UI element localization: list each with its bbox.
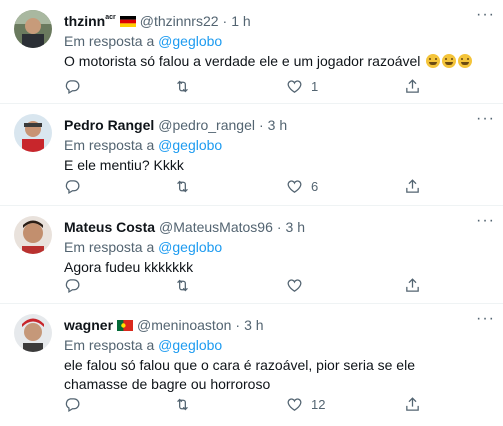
- retweet-icon: [177, 180, 188, 192]
- reply-prefix: Em resposta a: [64, 33, 155, 49]
- retweet-icon: [177, 398, 188, 410]
- reply-feed: thzinn acr @thzinnrs22 · 1 h Em resposta …: [0, 0, 503, 426]
- tweet-content: wagner @meninoaston · 3 h Em resposta a …: [64, 316, 491, 394]
- tweet-header: Mateus Costa @MateusMatos96 · 3 h: [64, 218, 491, 236]
- share-icon: [406, 78, 419, 93]
- reply-button[interactable]: [64, 276, 89, 294]
- tweet-text: E ele mentiu? Kkkk: [64, 157, 184, 173]
- share-button[interactable]: [404, 395, 421, 413]
- reply-button[interactable]: [64, 177, 89, 195]
- retweet-icon: [177, 279, 188, 291]
- user-handle[interactable]: @meninoaston: [137, 316, 231, 334]
- reply-context: Em resposta a @geglobo: [64, 336, 491, 354]
- germany-flag-icon: [119, 15, 136, 27]
- share-button[interactable]: [404, 276, 421, 294]
- tweet-header: wagner @meninoaston · 3 h: [64, 316, 491, 334]
- more-icon[interactable]: ···: [476, 311, 495, 327]
- tweet-thzinn[interactable]: thzinn acr @thzinnrs22 · 1 h Em resposta …: [0, 0, 503, 104]
- like-count: 12: [311, 396, 326, 412]
- display-name-suffix: acr: [105, 14, 116, 21]
- reply-to-link[interactable]: @geglobo: [158, 337, 222, 353]
- more-icon[interactable]: ···: [476, 7, 495, 23]
- tweet-content: thzinn acr @thzinnrs22 · 1 h Em resposta …: [64, 12, 491, 71]
- like-button[interactable]: 12: [286, 395, 325, 413]
- tweet-mateus-costa[interactable]: Mateus Costa @MateusMatos96 · 3 h Em res…: [0, 206, 503, 304]
- avatar[interactable]: [14, 10, 52, 48]
- avatar[interactable]: [14, 314, 52, 352]
- retweet-icon: [177, 80, 188, 92]
- laughing-emoji: [458, 54, 473, 68]
- retweet-button[interactable]: [174, 276, 199, 294]
- reply-context: Em resposta a @geglobo: [64, 32, 491, 50]
- laughing-emoji: [442, 54, 457, 68]
- like-button[interactable]: [286, 276, 311, 294]
- separator-dot: ·: [258, 117, 264, 133]
- share-button[interactable]: [404, 77, 421, 95]
- timestamp[interactable]: 3 h: [268, 116, 287, 134]
- like-icon: [287, 397, 302, 411]
- avatar[interactable]: [14, 216, 52, 254]
- like-icon: [287, 278, 302, 292]
- retweet-button[interactable]: [174, 395, 199, 413]
- user-handle[interactable]: @pedro_rangel: [158, 116, 255, 134]
- reply-icon: [65, 79, 80, 94]
- display-name[interactable]: wagner: [64, 316, 113, 334]
- tweet-text-body: O motorista só falou a verdade ele e um …: [64, 53, 421, 69]
- separator-dot: ·: [222, 13, 228, 29]
- tweet-header: Pedro Rangel @pedro_rangel · 3 h: [64, 116, 491, 134]
- more-icon[interactable]: ···: [476, 111, 495, 127]
- separator-dot: ·: [276, 219, 282, 235]
- display-name[interactable]: thzinn: [64, 12, 105, 30]
- tweet-text: Agora fudeu kkkkkkk: [64, 259, 194, 275]
- like-count: 1: [311, 78, 319, 94]
- display-name[interactable]: Pedro Rangel: [64, 116, 154, 134]
- tweet-wagner[interactable]: wagner @meninoaston · 3 h Em resposta a …: [0, 304, 503, 426]
- like-button[interactable]: 1: [286, 77, 318, 95]
- separator-dot: ·: [235, 317, 241, 333]
- share-button[interactable]: [404, 177, 421, 195]
- reply-icon: [65, 397, 80, 412]
- reply-prefix: Em resposta a: [64, 137, 155, 153]
- retweet-button[interactable]: [174, 177, 199, 195]
- reply-icon: [65, 278, 80, 293]
- tweet-content: Pedro Rangel @pedro_rangel · 3 h Em resp…: [64, 116, 491, 175]
- tweet-header: thzinn acr @thzinnrs22 · 1 h: [64, 12, 491, 30]
- like-icon: [287, 79, 302, 93]
- reply-icon: [65, 179, 80, 194]
- share-icon: [406, 277, 419, 292]
- reply-to-link[interactable]: @geglobo: [158, 239, 222, 255]
- like-button[interactable]: 6: [286, 177, 318, 195]
- reply-prefix: Em resposta a: [64, 239, 155, 255]
- tweet-content: Mateus Costa @MateusMatos96 · 3 h Em res…: [64, 218, 491, 277]
- reply-to-link[interactable]: @geglobo: [158, 33, 222, 49]
- laughing-emoji: [426, 54, 441, 68]
- avatar[interactable]: [14, 114, 52, 152]
- display-name[interactable]: Mateus Costa: [64, 218, 155, 236]
- reply-prefix: Em resposta a: [64, 337, 155, 353]
- tweet-text: ele falou só falou que o cara é razoável…: [64, 357, 415, 392]
- tweet-pedro-rangel[interactable]: Pedro Rangel @pedro_rangel · 3 h Em resp…: [0, 104, 503, 206]
- reply-to-link[interactable]: @geglobo: [158, 137, 222, 153]
- reply-button[interactable]: [64, 77, 89, 95]
- timestamp[interactable]: 3 h: [286, 218, 305, 236]
- share-icon: [406, 178, 419, 193]
- user-handle[interactable]: @MateusMatos96: [159, 218, 273, 236]
- reply-context: Em resposta a @geglobo: [64, 238, 491, 256]
- tweet-text: O motorista só falou a verdade ele e um …: [64, 52, 491, 71]
- share-icon: [406, 396, 419, 411]
- timestamp[interactable]: 3 h: [244, 316, 263, 334]
- more-icon[interactable]: ···: [476, 213, 495, 229]
- like-count: 6: [311, 178, 319, 194]
- user-handle[interactable]: @thzinnrs22: [140, 12, 219, 30]
- timestamp[interactable]: 1 h: [231, 12, 250, 30]
- portugal-flag-icon: [117, 319, 134, 331]
- reply-button[interactable]: [64, 395, 89, 413]
- like-icon: [287, 179, 302, 193]
- retweet-button[interactable]: [174, 77, 199, 95]
- reply-context: Em resposta a @geglobo: [64, 136, 491, 154]
